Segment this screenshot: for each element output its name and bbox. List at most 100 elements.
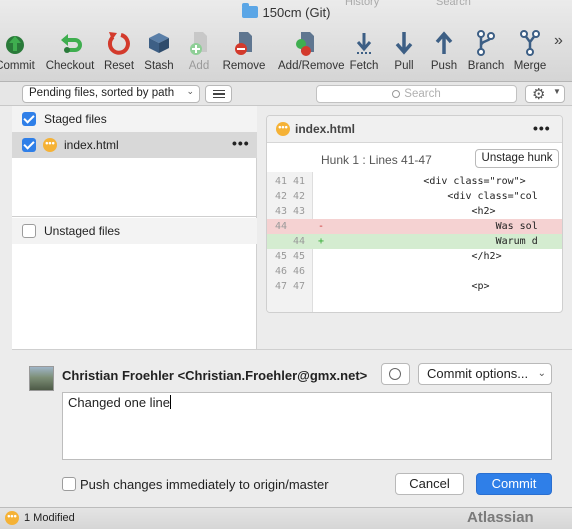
hunk-title: Hunk 1 : Lines 41-47 bbox=[321, 153, 432, 167]
add-remove-icon bbox=[278, 28, 334, 58]
diff-code: <h2> bbox=[327, 206, 496, 217]
diff-code: </h2> bbox=[327, 251, 502, 262]
diff-line[interactable]: 44 - Was sol bbox=[267, 219, 562, 234]
checkout-icon bbox=[42, 28, 98, 58]
window-titlebar: History Search 150cm (Git) Commit Checko… bbox=[0, 0, 572, 82]
commit-icon bbox=[0, 28, 43, 58]
commit-options-label: Commit options... bbox=[427, 366, 529, 381]
atlassian-logo: Atlassian bbox=[467, 509, 534, 526]
push-immediately-checkbox[interactable] bbox=[62, 477, 76, 491]
remove-button[interactable]: Remove bbox=[216, 28, 272, 78]
commit-options-select[interactable]: Commit options... ⌄ bbox=[418, 363, 552, 385]
checkout-label: Checkout bbox=[45, 60, 95, 72]
new-line-number: 43 bbox=[292, 206, 305, 217]
diff-file-name: index.html bbox=[295, 122, 356, 136]
unstaged-all-checkbox[interactable] bbox=[22, 224, 36, 238]
modified-icon: ••• bbox=[276, 122, 290, 136]
commit-button[interactable]: Commit bbox=[0, 28, 43, 78]
old-line-number: 42 bbox=[274, 191, 287, 202]
view-mode-button[interactable] bbox=[205, 85, 232, 103]
commit-message-text: Changed one line bbox=[68, 395, 170, 410]
diff-code: <div class="col bbox=[327, 191, 538, 202]
list-icon-middle bbox=[213, 93, 225, 95]
search-icon bbox=[392, 90, 401, 98]
diff-line[interactable]: 43 43 <h2> bbox=[267, 204, 562, 219]
diff-view: ••• index.html ••• Hunk 1 : Lines 41-47 … bbox=[266, 115, 563, 313]
status-bar: ••• 1 Modified Atlassian bbox=[0, 507, 572, 529]
section-divider bbox=[12, 216, 257, 217]
remove-label: Remove bbox=[222, 60, 266, 72]
new-line-number: 45 bbox=[292, 251, 305, 262]
old-line-number: 47 bbox=[274, 281, 287, 292]
old-line-number: 46 bbox=[274, 266, 287, 277]
clock-icon bbox=[389, 368, 401, 380]
staged-file-checkbox[interactable] bbox=[22, 138, 36, 152]
diff-line[interactable]: 47 47 <p> bbox=[267, 279, 562, 294]
staged-files-header[interactable]: Staged files bbox=[12, 106, 257, 132]
merge-button[interactable]: Merge bbox=[502, 28, 558, 78]
more-options-icon[interactable]: ••• bbox=[232, 130, 250, 156]
add-remove-label: Add/Remove bbox=[278, 60, 345, 72]
diff-code: Warum d bbox=[327, 236, 538, 247]
new-line-number: 42 bbox=[292, 191, 305, 202]
merge-label: Merge bbox=[513, 60, 547, 72]
merge-icon bbox=[502, 28, 558, 58]
file-status-pane: Staged files ••• index.html ••• Unstaged… bbox=[12, 106, 257, 349]
add-remove-button[interactable]: Add/Remove bbox=[278, 28, 345, 78]
commit-history-button[interactable] bbox=[381, 363, 410, 385]
old-line-number: 44 bbox=[274, 221, 287, 232]
unstaged-files-label: Unstaged files bbox=[44, 224, 121, 238]
diff-sign: - bbox=[318, 221, 325, 232]
updown-chevron-icon: ⌄ bbox=[537, 368, 546, 379]
old-line-number: 45 bbox=[274, 251, 287, 262]
search-input[interactable]: Search bbox=[316, 85, 517, 103]
diff-line[interactable]: 42 42 <div class="col bbox=[267, 189, 562, 204]
new-line-number: 46 bbox=[292, 266, 305, 277]
folder-icon bbox=[241, 3, 258, 18]
commit-author: Christian Froehler <Christian.Froehler@g… bbox=[62, 368, 368, 383]
staged-file-name: index.html bbox=[64, 138, 119, 152]
new-line-number: 41 bbox=[292, 176, 305, 187]
diff-code: <div class="row"> bbox=[327, 176, 526, 187]
cancel-button[interactable]: Cancel bbox=[395, 473, 464, 495]
checkout-button[interactable]: Checkout bbox=[42, 28, 98, 78]
modified-icon: ••• bbox=[5, 511, 19, 525]
toolbar-overflow-button[interactable]: » bbox=[554, 32, 563, 50]
push-immediately-label: Push changes immediately to origin/maste… bbox=[80, 477, 329, 492]
text-cursor bbox=[169, 395, 171, 409]
old-line-number: 41 bbox=[274, 176, 287, 187]
chevron-down-icon: ▼ bbox=[553, 87, 561, 96]
diff-line[interactable]: 44 + Warum d bbox=[267, 234, 562, 249]
commit-message-input[interactable]: Changed one line bbox=[62, 392, 552, 460]
avatar bbox=[29, 366, 54, 391]
filter-bar: Pending files, sorted by path ⌄ Search ⚙… bbox=[0, 82, 572, 106]
new-line-number: 44 bbox=[292, 236, 305, 247]
diff-line[interactable]: 41 41 <div class="row"> bbox=[267, 174, 562, 189]
diff-more-options-icon[interactable]: ••• bbox=[533, 120, 551, 136]
sort-select[interactable]: Pending files, sorted by path ⌄ bbox=[22, 85, 200, 103]
sort-select-value: Pending files, sorted by path bbox=[29, 87, 175, 99]
updown-chevron-icon: ⌄ bbox=[186, 86, 194, 96]
modified-count: 1 Modified bbox=[24, 512, 75, 524]
diff-code: Was sol bbox=[327, 221, 538, 232]
diff-line[interactable]: 46 46 bbox=[267, 264, 562, 279]
commit-label: Commit bbox=[0, 60, 35, 72]
diff-code: <p> bbox=[327, 281, 490, 292]
commit-submit-button[interactable]: Commit bbox=[476, 473, 552, 495]
staged-files-label: Staged files bbox=[44, 112, 107, 126]
settings-menu-button[interactable]: ⚙ ▼ bbox=[525, 85, 565, 103]
gear-icon: ⚙ bbox=[532, 86, 546, 103]
old-line-number: 43 bbox=[274, 206, 287, 217]
window-title-text: 150cm (Git) bbox=[262, 5, 331, 20]
diff-file-header: ••• index.html ••• bbox=[267, 116, 562, 143]
staged-all-checkbox[interactable] bbox=[22, 112, 36, 126]
unstaged-files-header[interactable]: Unstaged files bbox=[12, 218, 257, 244]
window-title: 150cm (Git) bbox=[0, 3, 572, 20]
new-line-number: 47 bbox=[292, 281, 305, 292]
staged-file-row[interactable]: ••• index.html ••• bbox=[12, 132, 257, 158]
modified-icon: ••• bbox=[43, 138, 57, 152]
unstage-hunk-button[interactable]: Unstage hunk bbox=[475, 149, 559, 168]
remove-icon bbox=[216, 28, 272, 58]
hunk-header: Hunk 1 : Lines 41-47 Unstage hunk bbox=[267, 148, 562, 172]
diff-line[interactable]: 45 45 </h2> bbox=[267, 249, 562, 264]
